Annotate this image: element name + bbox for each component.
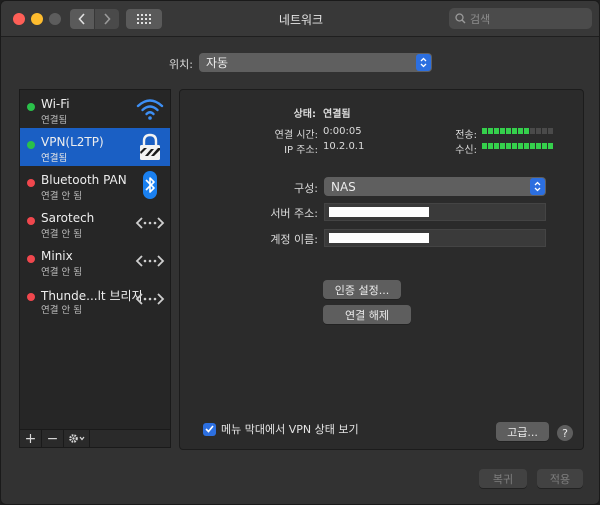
meter-segment — [542, 128, 547, 134]
server-address-label: 서버 주소: — [270, 207, 318, 220]
status-dot — [27, 103, 35, 111]
service-name: Wi-Fi — [41, 97, 70, 111]
meter-segment — [518, 128, 523, 134]
meter-segment — [512, 143, 517, 149]
status-label: 상태: — [293, 109, 316, 120]
receive-label: 수신: — [455, 145, 477, 156]
gear-icon — [68, 434, 84, 443]
help-button[interactable]: ? — [557, 425, 573, 441]
status-dot — [27, 255, 35, 263]
advanced-button[interactable]: 고급... — [496, 422, 549, 441]
meter-segment — [536, 143, 541, 149]
status-dot — [27, 217, 35, 225]
remove-service-button[interactable]: − — [42, 430, 64, 447]
service-status: 연결됨 — [41, 153, 68, 164]
meter-segment — [500, 143, 505, 149]
show-vpn-status-label: 메뉴 막대에서 VPN 상태 보기 — [221, 423, 359, 436]
configuration-popup[interactable]: NAS — [324, 177, 546, 196]
popup-arrows-icon — [416, 54, 431, 71]
service-status: 연결 안 됨 — [41, 229, 82, 240]
service-item-thunderbolt-bridge[interactable]: Thunde...lt 브리지 연결 안 됨 — [20, 280, 170, 318]
status-dot — [27, 293, 35, 301]
service-name: VPN(L2TP) — [41, 135, 104, 149]
send-label: 전송: — [455, 130, 477, 141]
location-value: 자동 — [206, 56, 229, 70]
service-item-minix[interactable]: Minix 연결 안 됨 — [20, 242, 170, 280]
meter-segment — [494, 128, 499, 134]
meter-segment — [518, 143, 523, 149]
redacted-account-name — [329, 233, 429, 243]
service-item-bluetooth-pan[interactable]: Bluetooth PAN 연결 안 됨 — [20, 166, 170, 204]
apply-button[interactable]: 적용 — [537, 469, 583, 488]
service-name: Sarotech — [41, 211, 95, 225]
disconnect-button[interactable]: 연결 해제 — [323, 305, 411, 324]
status-dot — [27, 179, 35, 187]
account-name-field[interactable] — [324, 229, 546, 247]
redacted-server-address — [329, 207, 429, 217]
meter-segment — [530, 143, 535, 149]
meter-segment — [524, 128, 529, 134]
send-activity-meter — [482, 128, 553, 134]
meter-segment — [548, 128, 553, 134]
meter-segment — [524, 143, 529, 149]
checkmark-icon — [205, 425, 214, 433]
meter-segment — [488, 143, 493, 149]
title-bar: 네트워크 검색 — [1, 1, 599, 37]
show-vpn-status-checkbox[interactable] — [203, 422, 216, 436]
service-item-wifi[interactable]: Wi-Fi 연결됨 — [20, 90, 170, 128]
service-list-toolbar: + − — [19, 430, 171, 448]
popup-arrows-icon — [530, 178, 545, 195]
search-icon — [455, 13, 466, 24]
meter-segment — [536, 128, 541, 134]
server-address-field[interactable] — [324, 203, 546, 221]
meter-segment — [482, 128, 487, 134]
account-name-label: 계정 이름: — [270, 233, 318, 246]
service-item-sarotech[interactable]: Sarotech 연결 안 됨 — [20, 204, 170, 242]
service-status: 연결됨 — [41, 115, 68, 126]
receive-activity-meter — [482, 143, 553, 149]
meter-segment — [488, 128, 493, 134]
connect-time-value: 0:00:05 — [323, 126, 362, 137]
add-service-button[interactable]: + — [20, 430, 42, 447]
authentication-settings-button[interactable]: 인증 설정... — [323, 280, 401, 299]
meter-segment — [512, 128, 517, 134]
location-popup[interactable]: 자동 — [199, 53, 432, 72]
location-label: 위치: — [169, 58, 193, 71]
action-menu-button[interactable] — [64, 430, 90, 447]
revert-button[interactable]: 복귀 — [479, 469, 527, 488]
meter-segment — [542, 143, 547, 149]
meter-segment — [506, 143, 511, 149]
ip-address-label: IP 주소: — [284, 145, 318, 156]
ip-address-value: 10.2.0.1 — [323, 141, 365, 152]
meter-segment — [482, 143, 487, 149]
configuration-label: 구성: — [294, 182, 318, 195]
meter-segment — [500, 128, 505, 134]
meter-segment — [506, 128, 511, 134]
service-status: 연결 안 됨 — [41, 305, 82, 316]
configuration-value: NAS — [331, 179, 356, 194]
connect-time-label: 연결 시간: — [274, 130, 318, 141]
service-name: Bluetooth PAN — [41, 173, 127, 187]
service-status: 연결 안 됨 — [41, 267, 82, 278]
service-name: Minix — [41, 249, 73, 263]
meter-segment — [548, 143, 553, 149]
status-value: 연결됨 — [323, 109, 351, 120]
meter-segment — [530, 128, 535, 134]
status-dot — [27, 141, 35, 149]
service-list[interactable]: Wi-Fi 연결됨 VPN(L2TP) 연결됨 Bluetooth PAN 연결… — [19, 89, 171, 430]
vpn-lock-icon — [140, 133, 160, 160]
search-placeholder: 검색 — [470, 12, 491, 26]
meter-segment — [494, 143, 499, 149]
ethernet-arrows-icon — [135, 293, 165, 305]
ethernet-arrows-icon — [135, 255, 165, 267]
search-field[interactable]: 검색 — [449, 8, 592, 29]
network-preferences-window: 네트워크 검색 위치: 자동 Wi-Fi 연결됨 VPN(L2TP) 연결됨 B… — [0, 0, 600, 505]
bluetooth-icon — [143, 171, 157, 199]
wifi-icon — [136, 99, 164, 120]
service-item-vpn[interactable]: VPN(L2TP) 연결됨 — [20, 128, 170, 166]
show-vpn-status-row[interactable]: 메뉴 막대에서 VPN 상태 보기 — [203, 421, 359, 437]
ethernet-arrows-icon — [135, 217, 165, 229]
service-status: 연결 안 됨 — [41, 191, 82, 202]
